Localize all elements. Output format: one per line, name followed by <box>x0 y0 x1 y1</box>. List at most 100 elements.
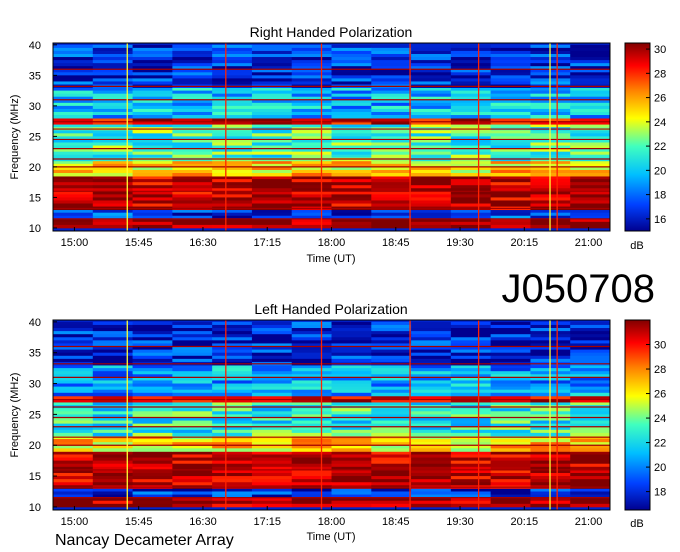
heatmap-cell <box>371 118 412 122</box>
heatmap-cell <box>411 392 452 397</box>
heatmap-cell <box>371 457 412 462</box>
heatmap-cell <box>490 93 531 98</box>
heatmap-cell <box>371 460 412 465</box>
heatmap-cell <box>53 133 94 137</box>
heatmap-cell <box>172 395 213 400</box>
heatmap-cell <box>371 337 412 341</box>
heatmap-cell <box>371 102 412 107</box>
heatmap-cell <box>251 349 293 354</box>
heatmap-cell <box>450 154 492 159</box>
heatmap-cell <box>450 503 492 508</box>
heatmap-cell <box>450 111 492 116</box>
heatmap-cell <box>132 328 173 332</box>
heatmap-cell <box>53 118 94 122</box>
heatmap-cell <box>490 105 531 110</box>
heatmap-cell <box>331 451 372 455</box>
colorbar-tick-label: 16 <box>654 214 666 226</box>
y-axis-label: Frequency (MHz) <box>9 95 21 180</box>
heatmap-cell <box>570 176 611 180</box>
heatmap-cell <box>331 334 372 338</box>
spectrogram-figure: Right Handed Polarization 15:00 15:45 16:3… <box>9 24 666 549</box>
heatmap-cell <box>251 420 293 425</box>
heatmap-cell <box>371 72 412 76</box>
heatmap-cell <box>212 420 253 425</box>
heatmap-cell <box>172 105 213 110</box>
heatmap-cell <box>172 439 213 443</box>
heatmap-cell <box>172 488 213 492</box>
heatmap-cell <box>490 173 531 177</box>
heatmap-cell <box>132 460 173 465</box>
heatmap-cell <box>490 472 531 477</box>
heatmap-cell <box>172 491 213 495</box>
heatmap-cell <box>251 160 293 165</box>
heatmap-cell <box>570 130 611 134</box>
heatmap-cell <box>450 124 492 128</box>
heatmap-cell <box>450 108 492 113</box>
heatmap-cell <box>371 176 412 180</box>
heatmap-cell <box>570 203 611 207</box>
heatmap-cell <box>172 108 213 113</box>
heatmap-cell <box>53 87 94 92</box>
heatmap-cell <box>291 179 332 183</box>
heatmap-cell <box>53 491 94 495</box>
heatmap-cell <box>450 75 492 79</box>
heatmap-cell <box>291 324 332 329</box>
heatmap-cell <box>490 182 531 186</box>
heatmap-cell <box>570 463 611 468</box>
heatmap-cell <box>371 368 412 372</box>
heatmap-cell <box>450 358 492 363</box>
heatmap-cell <box>212 57 253 61</box>
heatmap-cell <box>291 87 332 92</box>
heatmap-cell <box>132 115 173 119</box>
x-tick-label: 21:00 <box>575 237 603 249</box>
heatmap-cell <box>331 87 372 92</box>
heatmap-cell <box>570 154 611 159</box>
heatmap-cell <box>371 482 412 486</box>
heatmap-cell <box>331 102 372 107</box>
heatmap-cell <box>490 371 531 375</box>
heatmap-cell <box>291 142 332 146</box>
heatmap-cell <box>53 75 94 79</box>
heatmap-cell <box>411 352 452 357</box>
heatmap-cell <box>132 482 173 486</box>
heatmap-cell <box>212 130 253 134</box>
heatmap-cell <box>53 197 94 201</box>
heatmap-cell <box>291 365 332 369</box>
heatmap-cell <box>371 383 412 388</box>
heatmap-cell <box>251 93 293 98</box>
heatmap-cell <box>212 221 253 226</box>
heatmap-cell <box>411 411 452 415</box>
heatmap-cell <box>371 169 412 174</box>
heatmap-cell <box>172 337 213 341</box>
heatmap-cell <box>411 482 452 486</box>
heatmap-cell <box>53 47 94 52</box>
heatmap-cell <box>331 108 372 113</box>
heatmap-cell <box>53 63 94 67</box>
heatmap-cell <box>371 142 412 146</box>
colorbar-tick-label: 28 <box>654 68 666 80</box>
heatmap-cell <box>490 154 531 159</box>
heatmap-cell <box>450 460 492 465</box>
heatmap-cell <box>570 432 611 437</box>
heatmap-cell <box>212 472 253 477</box>
colorbar-tick-label: 30 <box>654 44 666 56</box>
heatmap-cell <box>291 380 332 384</box>
heatmap-cell <box>251 179 293 183</box>
heatmap-cell <box>331 337 372 341</box>
heatmap-cell <box>251 457 293 462</box>
heatmap-cell <box>490 488 531 492</box>
heatmap-cell <box>490 200 531 204</box>
heatmap-cell <box>53 203 94 207</box>
heatmap-cell <box>212 102 253 107</box>
heatmap-cell <box>172 44 213 49</box>
heatmap-cell <box>331 173 372 177</box>
heatmap-cell <box>490 380 531 384</box>
heatmap-cell <box>570 328 611 332</box>
colorbar-tick-label: 24 <box>654 413 666 425</box>
heatmap-cell <box>411 454 452 458</box>
heatmap-cell <box>212 402 253 406</box>
heatmap-cell <box>371 75 412 79</box>
heatmap-cell <box>411 115 452 119</box>
heatmap-cell <box>371 44 412 49</box>
heatmap-cell <box>450 212 492 217</box>
